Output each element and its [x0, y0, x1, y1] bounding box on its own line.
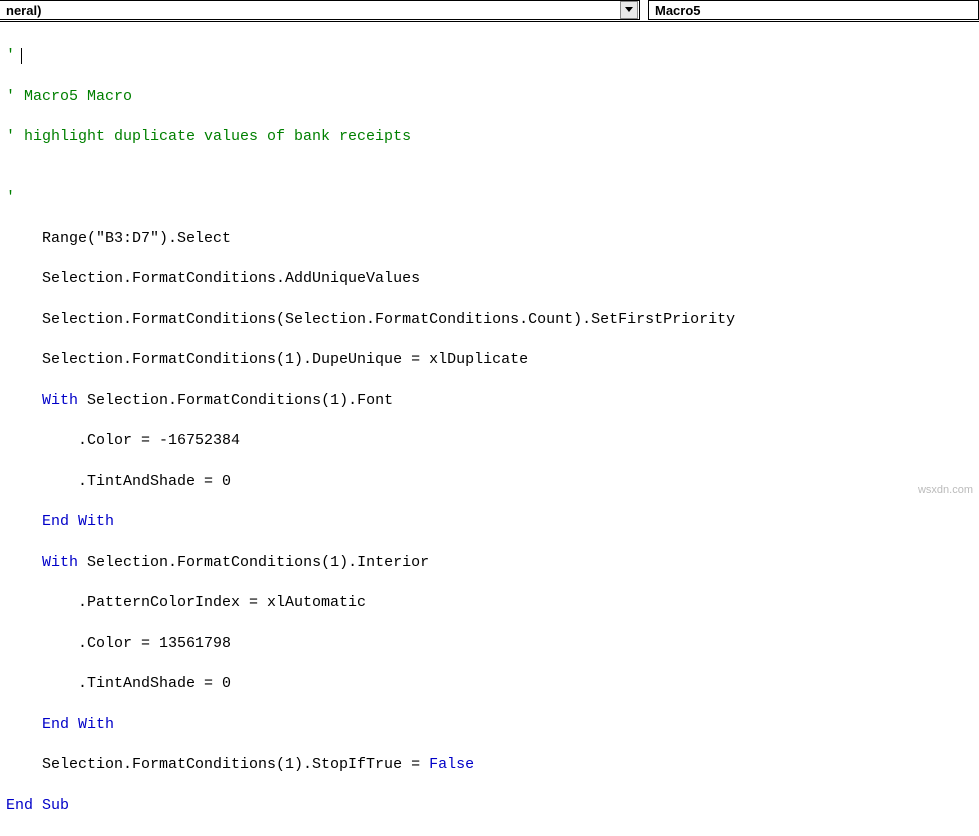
toolbar: neral) Macro5: [0, 0, 979, 22]
code-comment: ' highlight duplicate values of bank rec…: [0, 127, 979, 147]
object-selector[interactable]: neral): [0, 0, 640, 20]
code-comment: ': [0, 188, 979, 208]
code-line: End With: [0, 715, 979, 735]
code-comment: ': [6, 47, 15, 64]
code-line: .PatternColorIndex = xlAutomatic: [0, 593, 979, 613]
code-line: .Color = -16752384: [0, 431, 979, 451]
code-line: .TintAndShade = 0: [0, 674, 979, 694]
object-selector-value: neral): [0, 3, 620, 18]
keyword-false: False: [429, 756, 474, 773]
code-line: With Selection.FormatConditions(1).Font: [0, 391, 979, 411]
watermark: wsxdn.com: [918, 484, 973, 496]
keyword-end-with: End With: [42, 716, 114, 733]
keyword-end-sub: End Sub: [0, 796, 979, 816]
code-line: .Color = 13561798: [0, 634, 979, 654]
code-line: Selection.FormatConditions(1).DupeUnique…: [0, 350, 979, 370]
code-comment: ' Macro5 Macro: [0, 87, 979, 107]
code-line: Selection.FormatConditions(Selection.For…: [0, 310, 979, 330]
code-editor[interactable]: ' ' Macro5 Macro ' highlight duplicate v…: [0, 22, 979, 836]
keyword-with: With: [42, 554, 78, 571]
procedure-selector-value: Macro5: [649, 3, 978, 18]
text-cursor: [21, 48, 22, 64]
code-line: Range("B3:D7").Select: [0, 229, 979, 249]
code-line: With Selection.FormatConditions(1).Inter…: [0, 553, 979, 573]
chevron-down-icon[interactable]: [620, 1, 638, 19]
keyword-end-with: End With: [42, 513, 114, 530]
keyword-with: With: [42, 392, 78, 409]
code-line: .TintAndShade = 0: [0, 472, 979, 492]
procedure-selector[interactable]: Macro5: [648, 0, 979, 20]
code-line: End With: [0, 512, 979, 532]
code-line: Selection.FormatConditions.AddUniqueValu…: [0, 269, 979, 289]
code-line: Selection.FormatConditions(1).StopIfTrue…: [0, 755, 979, 775]
